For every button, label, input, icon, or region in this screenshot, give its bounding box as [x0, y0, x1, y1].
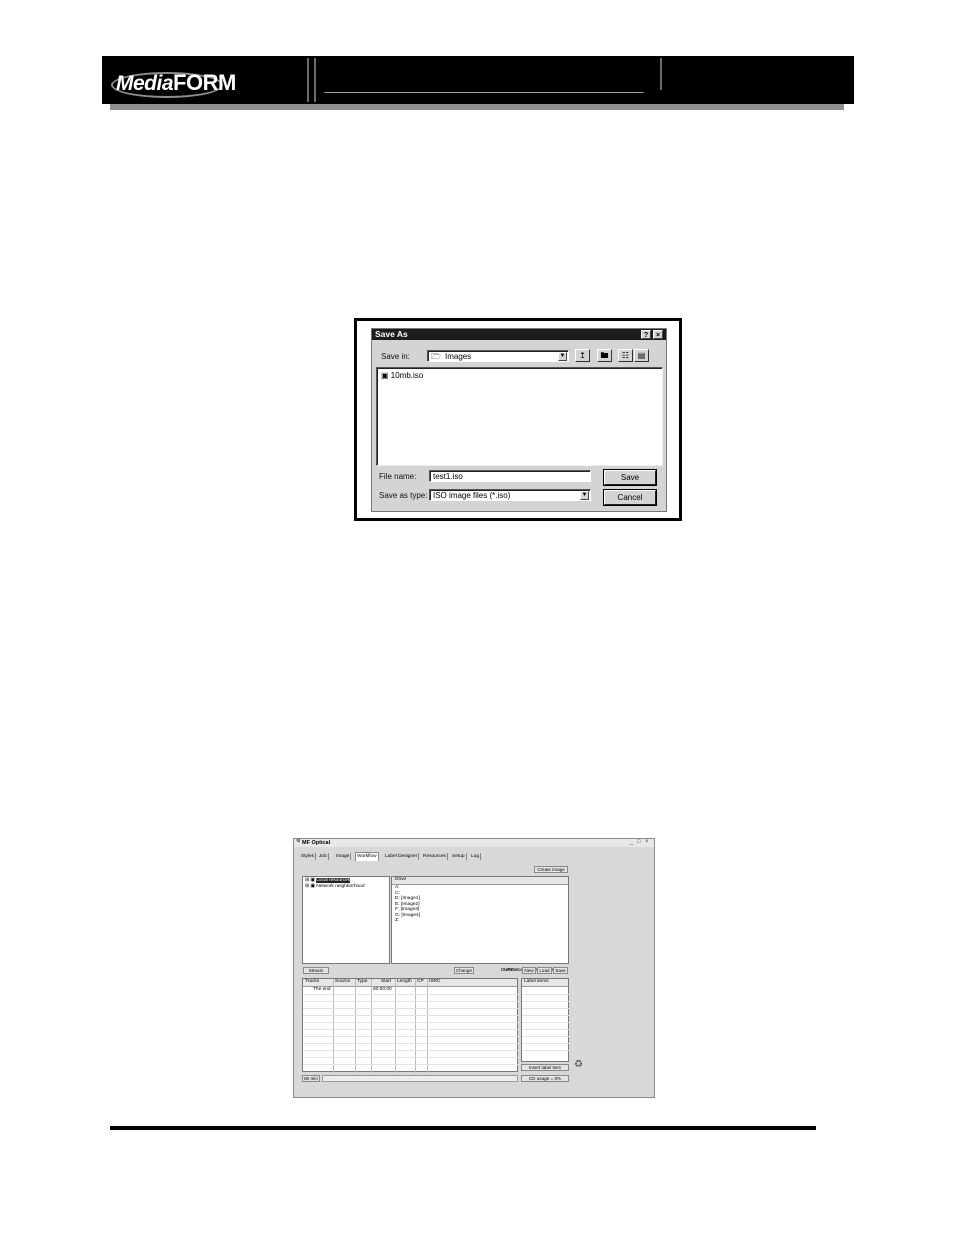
resource-tree[interactable]: ⊞ ▣ Local resources ⊞ ▣ Network neighbor…: [302, 876, 390, 964]
load-button[interactable]: Load: [537, 967, 552, 974]
tab-setup[interactable]: Setup: [451, 853, 467, 860]
tab-log[interactable]: Log: [470, 853, 482, 860]
file-name-value: test1.iso: [433, 472, 463, 481]
header-divider: [314, 58, 316, 102]
recycle-bin-icon[interactable]: ♻: [574, 1060, 583, 1070]
app-title: MF Optical: [302, 840, 331, 846]
label-items-header: Label items: [522, 979, 568, 987]
tracks-table[interactable]: Tracks Source Type Start Length CP ISRC …: [302, 978, 519, 1073]
tab-resources[interactable]: Resources: [422, 853, 448, 860]
tab-styles[interactable]: Styles: [300, 853, 317, 860]
tab-workflow[interactable]: Workflow: [355, 852, 379, 861]
insert-label-item-button[interactable]: Insert label item: [521, 1064, 569, 1071]
details-view-icon[interactable]: ▤: [634, 349, 649, 362]
tab-label-designer[interactable]: Label Designer: [384, 853, 420, 860]
footer-rule: [110, 1126, 816, 1130]
maximize-icon[interactable]: □: [637, 839, 641, 846]
usage-progress-bar: [322, 1075, 518, 1082]
header-shadow: [110, 104, 844, 110]
file-icon: ▣: [381, 371, 389, 380]
header-divider: [660, 58, 662, 90]
table-row[interactable]: The end 80:00:00: [303, 987, 519, 993]
dialog-title: Save As: [375, 329, 408, 339]
list-item[interactable]: ▣ 10mb.iso: [381, 371, 423, 380]
cd-usage-status: CD usage = 0%: [521, 1075, 569, 1082]
list-item[interactable]: Z:: [395, 918, 399, 924]
help-button[interactable]: ?: [641, 330, 651, 339]
new-button[interactable]: New: [522, 967, 536, 974]
d-sheet-label: D-sheet: [501, 968, 518, 973]
header-rule: [324, 92, 644, 93]
save-as-dialog: Save As ? × Save in: 🗁 Images ▼ ↥ 🖿 ☷ ▤ …: [371, 328, 667, 512]
header-banner: MediaFORM: [102, 56, 854, 104]
mediaform-logo: MediaFORM: [116, 70, 236, 95]
up-folder-icon[interactable]: ↥: [575, 349, 590, 362]
capacity-status: 80 min: [302, 1075, 320, 1082]
label-items-list[interactable]: Label items: [521, 978, 570, 1062]
tab-image[interactable]: Image: [335, 853, 352, 860]
dialog-title-bar: Save As ? ×: [372, 329, 666, 340]
save-as-type-value: ISO image files (*.iso): [433, 491, 511, 500]
close-button[interactable]: ×: [653, 330, 663, 339]
header-divider: [307, 58, 309, 102]
file-name-label: File name:: [379, 472, 417, 481]
drive-header: Drive: [392, 877, 568, 885]
folder-icon: 🗁: [431, 352, 441, 361]
save-button[interactable]: Save: [604, 470, 656, 485]
app-icon: ⚙: [296, 839, 301, 844]
tab-job[interactable]: Job: [318, 853, 329, 860]
mf-optical-window: ⚙ MF Optical _ □ × Styles Job Image Work…: [293, 838, 655, 1098]
new-folder-icon[interactable]: 🖿: [597, 349, 612, 362]
close-icon[interactable]: ×: [645, 839, 649, 846]
tree-item-network[interactable]: ⊞ ▣ Network neighborhood: [305, 884, 365, 890]
create-image-button[interactable]: Create image: [534, 866, 568, 873]
change-button[interactable]: Change: [454, 967, 474, 974]
drive-list[interactable]: Drive A: C: D: [Image1] E: [Image2] F: […: [391, 876, 569, 964]
chevron-down-icon[interactable]: ▼: [558, 352, 567, 361]
save-in-value: Images: [445, 352, 472, 361]
file-name-field[interactable]: test1.iso: [429, 470, 591, 482]
app-title-bar: ⚙ MF Optical _ □ ×: [294, 839, 654, 847]
chevron-down-icon[interactable]: ▼: [580, 491, 589, 500]
save-as-type-dropdown[interactable]: ISO image files (*.iso) ▼: [429, 489, 591, 501]
minimize-icon[interactable]: _: [630, 839, 633, 846]
save-dialog-figure: Save As ? × Save in: 🗁 Images ▼ ↥ 🖿 ☷ ▤ …: [354, 318, 682, 521]
cancel-button[interactable]: Cancel: [604, 490, 656, 505]
save-in-label: Save in:: [381, 352, 410, 361]
save-button[interactable]: Save: [553, 967, 568, 974]
stream-button[interactable]: Stream: [303, 967, 329, 974]
tracks-header: Tracks Source Type Start Length CP ISRC: [303, 979, 517, 987]
save-in-dropdown[interactable]: 🗁 Images ▼: [427, 350, 569, 362]
file-list[interactable]: ▣ 10mb.iso: [376, 367, 663, 466]
save-as-type-label: Save as type:: [379, 491, 428, 500]
list-view-icon[interactable]: ☷: [618, 349, 633, 362]
